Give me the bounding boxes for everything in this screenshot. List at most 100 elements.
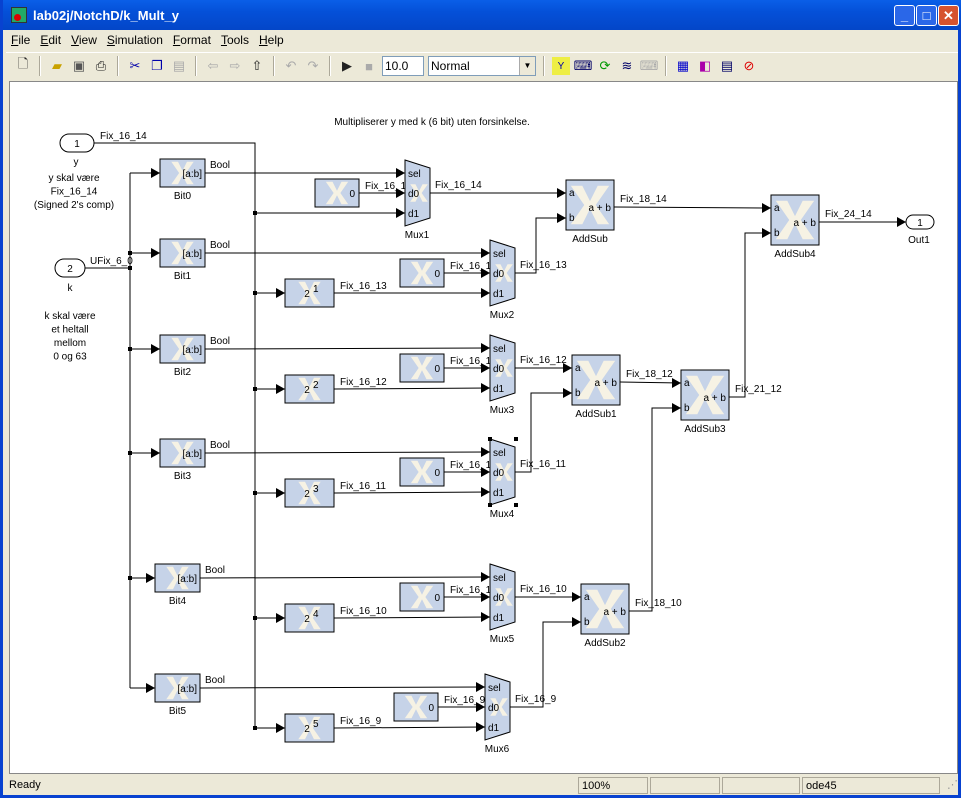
update-icon[interactable]: ⟳: [596, 57, 614, 75]
slice-text: [a:b]: [178, 684, 198, 695]
inport-number: 1: [74, 139, 80, 150]
model-browser-icon[interactable]: ▦: [674, 57, 692, 75]
shift-exponent: 5: [313, 719, 319, 730]
copy-icon[interactable]: ❐: [148, 57, 166, 75]
selection-handle[interactable]: [488, 437, 492, 441]
forward-icon[interactable]: ⇨: [226, 57, 244, 75]
signal-line[interactable]: [613, 206, 772, 209]
constant-value: 0: [434, 593, 440, 604]
selection-handle[interactable]: [488, 503, 492, 507]
addsub-port-a: a: [774, 203, 780, 214]
signal-label: Bool: [210, 336, 230, 347]
inport-label: k: [68, 283, 74, 294]
addsub-port-b: b: [575, 388, 581, 399]
print-icon[interactable]: ⎙: [92, 57, 110, 75]
inport-number: 2: [67, 264, 73, 275]
signal-line[interactable]: [729, 232, 771, 398]
arrowhead-icon: [146, 683, 155, 693]
signal-off-icon[interactable]: ⊘: [740, 57, 758, 75]
signal-line[interactable]: [333, 616, 491, 619]
selection-handle[interactable]: [514, 503, 518, 507]
signal-line[interactable]: [204, 347, 491, 350]
inport-note: et heltall: [51, 325, 88, 336]
stop-time-input[interactable]: [382, 56, 424, 76]
block-label: Out1: [908, 235, 930, 246]
diagram-canvas[interactable]: Multipliserer y med k (6 bit) uten forsi…: [9, 81, 958, 774]
back-icon[interactable]: ⇦: [204, 57, 222, 75]
status-zoom: 100%: [578, 777, 648, 794]
block-diagram[interactable]: Multipliserer y med k (6 bit) uten forsi…: [10, 82, 959, 775]
minimize-button[interactable]: _: [894, 5, 915, 26]
constant-value: 0: [434, 364, 440, 375]
debugger-icon[interactable]: ▤: [718, 57, 736, 75]
close-button[interactable]: ✕: [938, 5, 959, 26]
redo-icon[interactable]: ↷: [304, 57, 322, 75]
arrowhead-icon: [151, 344, 160, 354]
resize-grip-icon[interactable]: ⋰: [944, 777, 958, 794]
signal-label: Fix_16_12: [340, 377, 387, 388]
paste-icon[interactable]: ▤: [170, 57, 188, 75]
branch-point: [128, 251, 132, 255]
signal-line[interactable]: [199, 576, 491, 579]
branch-point: [128, 347, 132, 351]
arrowhead-icon: [481, 248, 490, 258]
open-icon[interactable]: ▰: [48, 57, 66, 75]
block-label: Mux1: [405, 230, 430, 241]
menu-view[interactable]: View: [66, 33, 102, 47]
shift-base: 2: [304, 289, 310, 300]
signal-line[interactable]: [94, 142, 256, 728]
disabled-build-icon[interactable]: ⌨: [640, 57, 659, 75]
cut-icon[interactable]: ✂: [126, 57, 144, 75]
block-label: Mux3: [490, 405, 515, 416]
save-icon[interactable]: ▣: [70, 57, 88, 75]
undo-icon[interactable]: ↶: [282, 57, 300, 75]
addsub-port-a: a: [584, 592, 590, 603]
new-icon[interactable]: 🗋: [14, 56, 32, 75]
addsub-port-b: b: [569, 213, 575, 224]
chevron-down-icon[interactable]: ▼: [519, 57, 535, 75]
constant-value: 0: [434, 269, 440, 280]
menu-edit[interactable]: Edit: [35, 33, 66, 47]
mux-port-d1: d1: [488, 723, 500, 734]
signal-line[interactable]: [629, 407, 681, 612]
menu-help[interactable]: Help: [254, 33, 289, 47]
signal-line[interactable]: [333, 387, 491, 390]
simulink-window: lab02j/NotchD/k_Mult_y _ □ ✕ File Edit V…: [0, 0, 961, 798]
signal-label: UFix_6_0: [90, 256, 133, 267]
arrowhead-icon: [151, 168, 160, 178]
menu-tools[interactable]: Tools: [216, 33, 254, 47]
addsub-operation: a + b: [603, 607, 626, 618]
library-browser-icon[interactable]: Y: [552, 57, 570, 75]
simulation-mode-select[interactable]: Normal ▼: [428, 56, 536, 76]
block-label: Mux2: [490, 310, 515, 321]
model-explorer-icon[interactable]: ◧: [696, 57, 714, 75]
arrowhead-icon: [276, 384, 285, 394]
mux-port-sel: sel: [493, 448, 506, 459]
menu-format[interactable]: Format: [168, 33, 216, 47]
stop-icon[interactable]: ■: [360, 57, 378, 75]
arrowhead-icon: [276, 288, 285, 298]
signal-label: Fix_16_14: [435, 180, 482, 191]
block-label: Bit3: [174, 471, 192, 482]
toolbar: 🗋 ▰ ▣ ⎙ ✂ ❐ ▤ ⇦ ⇨ ⇧ ↶ ↷ ▶ ■ Normal▼ Y ⌨ …: [6, 52, 958, 79]
incremental-build-icon[interactable]: ≋: [618, 57, 636, 75]
signal-label: Fix_16_9: [444, 695, 486, 706]
signal-line[interactable]: [619, 381, 682, 384]
constant-value: 0: [428, 703, 434, 714]
signal-line[interactable]: [333, 726, 486, 729]
signal-line[interactable]: [333, 491, 491, 494]
signal-label: Fix_16_11: [520, 459, 566, 470]
play-icon[interactable]: ▶: [338, 57, 356, 75]
block-label: AddSub3: [684, 424, 726, 435]
slice-text: [a:b]: [183, 345, 203, 356]
simulink-app-icon: [11, 7, 27, 23]
menu-simulation[interactable]: Simulation: [102, 33, 168, 47]
maximize-button[interactable]: □: [916, 5, 937, 26]
menu-file[interactable]: File: [6, 33, 35, 47]
arrowhead-icon: [572, 592, 581, 602]
selection-handle[interactable]: [514, 437, 518, 441]
signal-line[interactable]: [199, 686, 486, 689]
signal-line[interactable]: [204, 451, 491, 454]
build-icon[interactable]: ⌨: [574, 57, 593, 75]
up-icon[interactable]: ⇧: [248, 57, 266, 75]
